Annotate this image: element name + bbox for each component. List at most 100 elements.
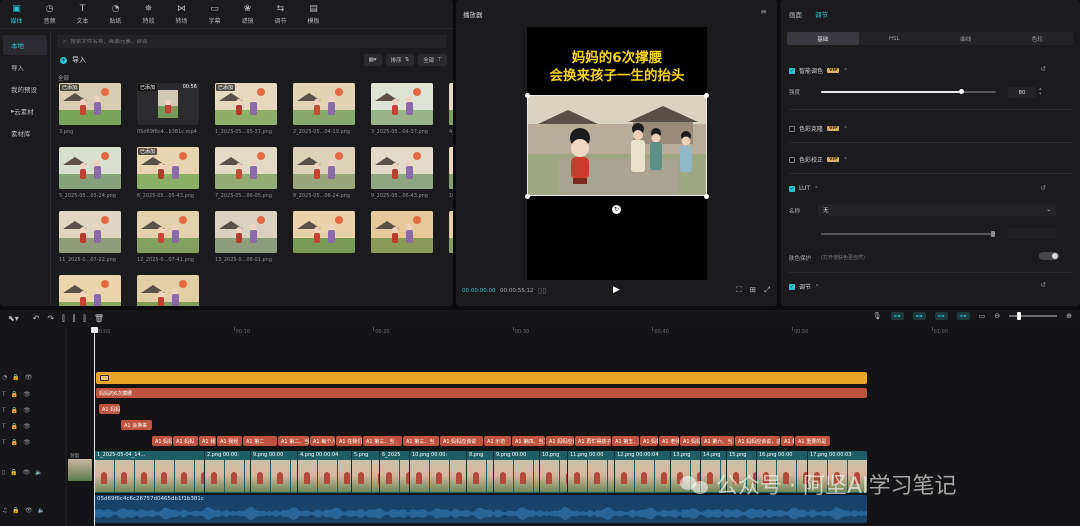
media-thumbnail[interactable] [293,211,355,253]
side-nav-item-2[interactable]: 我的预设 [3,79,47,99]
lut-name-select[interactable]: 无 ⌄ [818,204,1056,216]
media-thumbnail[interactable]: 已添加 [215,83,277,125]
tab-subtitle[interactable]: ▭ 字幕 [198,0,231,29]
volume-icon[interactable]: 🔈 [38,507,45,514]
playhead[interactable] [94,327,95,526]
microphone-icon[interactable]: 🎙 [873,312,882,320]
media-thumbnail[interactable] [59,147,121,189]
media-thumbnail[interactable] [59,275,121,306]
adjust-clip[interactable] [96,372,867,384]
video-clip[interactable]: 6_2025 [379,451,409,493]
subtitle-clip[interactable]: A1 再忙得孩子 [575,436,611,446]
media-thumbnail[interactable] [449,83,453,125]
media-thumbnail[interactable]: 已添加 [137,147,199,189]
media-thumbnail[interactable] [449,211,453,253]
section-checkbox[interactable]: ✓ [789,185,795,192]
reset-icon[interactable]: ↺ [1040,65,1046,73]
filter-all-button[interactable]: 全部 ⊤ [418,54,447,66]
media-item[interactable]: 2_2025-05...04-19.png [293,83,355,135]
resize-handle-tr[interactable] [704,93,709,98]
video-clip[interactable]: 9.png 00:00 [250,451,297,493]
media-thumbnail[interactable] [293,83,355,125]
side-nav-item-1[interactable]: 导入 [3,57,47,77]
subtitle-clip[interactable]: A1 第二 [243,436,277,446]
media-item[interactable] [137,275,199,306]
timeline-ruler[interactable]: 00:00 00:10 00:20 00:30 00:40 00:50 01:00 [94,327,1080,337]
subtitle-clip[interactable]: A1 第二、当 [278,436,309,446]
subtitle-clip[interactable]: A1 我 [199,436,216,446]
subtitle-clip[interactable]: A1 第四、当 [512,436,545,446]
search-input[interactable] [70,38,371,45]
title-text-clip[interactable]: 妈妈的6次撑腰 [96,388,867,398]
tab-media[interactable]: ▣ 媒体 [0,0,33,29]
text-clip-1[interactable]: A1 妈妈 [99,404,120,414]
adjust-sub-tab-3[interactable]: 色轮 [1002,32,1074,45]
lock-icon[interactable]: 🔒 [11,407,18,414]
resize-handle-bl[interactable] [525,194,530,199]
subtitle-clip[interactable]: A1 第五、当 [612,436,639,446]
search-box[interactable]: ⌕ [57,35,447,48]
media-item[interactable] [293,211,355,253]
video-clip[interactable]: 8.png [466,451,493,493]
caption-icon[interactable]: ▭ [979,312,986,320]
lut-strength-slider[interactable] [821,231,995,237]
media-item[interactable]: 5_2025-05...05-24.png [59,147,121,199]
lock-icon[interactable]: 🔒 [11,439,18,446]
subtitle-clip[interactable]: A1 妈 [781,436,794,446]
lut-strength-input[interactable] [1008,228,1056,239]
strength-slider-knob[interactable] [958,89,964,94]
import-button[interactable]: + 导入 [60,55,86,65]
media-item[interactable]: 13_2025-0...08-01.png [215,211,277,263]
subtitle-clip[interactable]: A1 示范 [484,436,511,446]
zoom-slider[interactable] [1009,312,1058,320]
media-item[interactable]: 10_2025-0...07-02.png [449,147,453,199]
subtitle-clip[interactable]: A1 第三、当 [363,436,402,446]
section-checkbox[interactable]: ✓ [789,283,795,290]
select-tool-icon[interactable]: ⬉▾ [8,314,19,323]
side-nav-item-4[interactable]: 素材库 [3,123,47,143]
adjust-sub-tab-1[interactable]: HSL [859,32,931,45]
subtitle-clip[interactable]: A1 妈妈应该 [546,436,574,446]
media-thumbnail[interactable] [137,211,199,253]
link-clips-icon[interactable]: ⊶ [934,312,948,320]
tab-template[interactable]: ▤ 模板 [297,0,330,29]
media-item[interactable]: 已添加 1_2025-05...05-37.png [215,83,277,135]
video-clip[interactable]: 2.png 00:00: [204,451,250,493]
preview-image[interactable] [527,95,707,196]
subtitle-clip[interactable]: A1 我经 [217,436,242,446]
ratio-icon[interactable]: ⊞ [750,285,756,295]
eye-icon[interactable]: 👁 [23,469,31,476]
lock-icon[interactable]: 🔒 [12,374,19,381]
adjust-sub-tab-0[interactable]: 基础 [787,32,859,45]
crop-icon[interactable]: ⛶ [736,285,741,295]
adjust-clip-handle[interactable] [100,375,109,381]
text-clip-2[interactable]: A1 会换来 [121,420,152,430]
subtitle-clip[interactable]: A1 妈妈的 [152,436,172,446]
adjust-tab-0[interactable]: 画面 [789,9,802,19]
media-thumbnail[interactable] [293,147,355,189]
subtitle-clip[interactable]: A1 第三、当 [403,436,439,446]
rotate-icon[interactable]: ↻ [612,205,621,214]
reset-icon[interactable]: ↺ [1040,281,1046,289]
section-lut[interactable]: ✓ LUT ⌃ [789,185,818,192]
tab-transition[interactable]: ⋈ 转场 [165,0,198,29]
preview-axis-icon[interactable]: ⊶ [956,312,970,320]
subtitle-clip[interactable]: A1 每个人 [310,436,335,446]
media-thumbnail[interactable] [371,211,433,253]
media-thumbnail[interactable] [449,147,453,189]
eye-icon[interactable]: 👁 [23,423,31,430]
tab-effects[interactable]: ✵ 特效 [132,0,165,29]
zoom-in-icon[interactable]: ⊕ [1066,312,1072,320]
link-main-track-icon[interactable]: ⊶ [890,312,904,320]
subtitle-clip[interactable]: A1 第六、当 [701,436,734,446]
zoom-out-icon[interactable]: ⊖ [994,312,1000,320]
play-button[interactable]: ▶ [613,285,620,295]
video-clip[interactable]: 4.png 00:00:04 [297,451,351,493]
eye-icon[interactable]: 👁 [23,407,31,414]
skin-protect-toggle[interactable] [1039,252,1059,260]
volume-icon[interactable]: 🔈 [35,469,42,476]
media-item[interactable]: 已添加 6_2025-05...05-43.png [137,147,199,199]
subtitle-clip[interactable]: A1 妈妈 [640,436,658,446]
lock-icon[interactable]: 🔒 [10,469,17,476]
undo-icon[interactable]: ↶ [33,314,40,323]
